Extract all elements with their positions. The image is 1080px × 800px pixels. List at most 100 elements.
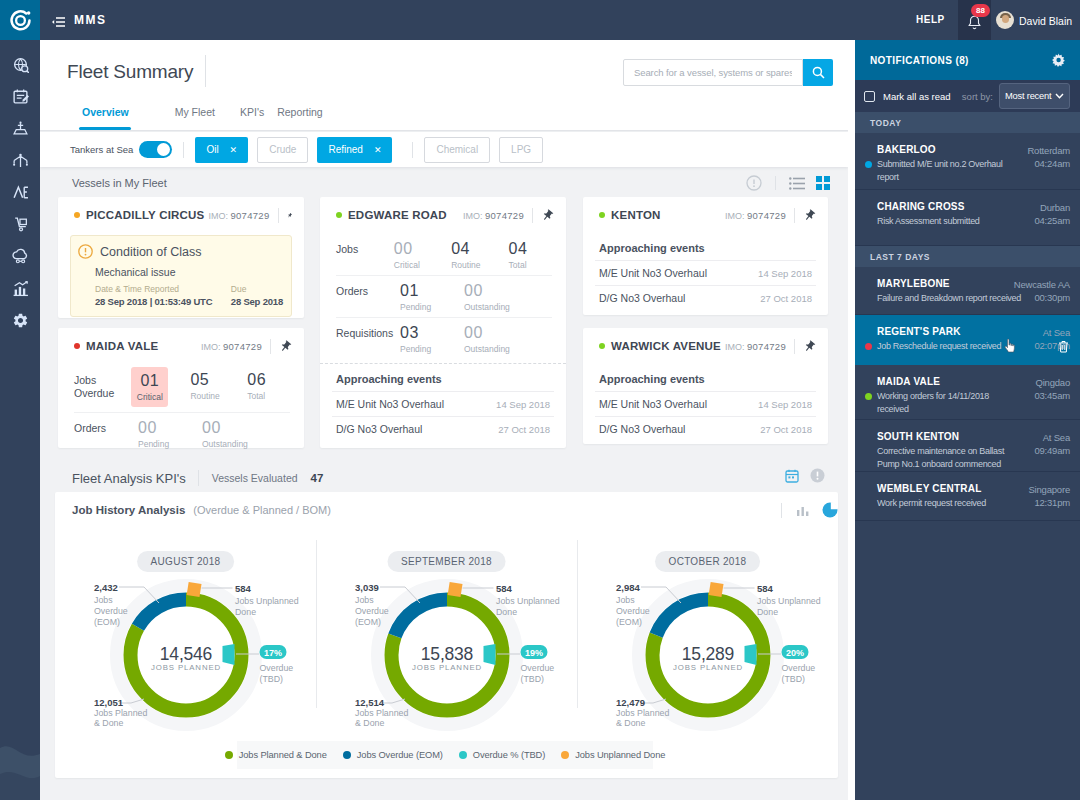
scrollbar-track[interactable] — [848, 40, 855, 800]
sidebar-item-settings[interactable] — [0, 304, 40, 336]
notification-item-south-kenton[interactable]: SOUTH KENTONCorrective maintenance on Ba… — [855, 420, 1080, 472]
pin-icon[interactable] — [541, 209, 554, 222]
app-logo[interactable] — [0, 0, 40, 40]
approaching-events-title: Approaching events — [583, 364, 828, 391]
top-bar: MMS HELP 88 David Blain — [0, 0, 1080, 40]
chip-remove-icon[interactable]: ✕ — [230, 145, 238, 155]
overdue-pct-value: 20% — [785, 648, 803, 658]
vessel-imo: IMO: 9074729 — [721, 210, 786, 221]
sidebar-item-planner[interactable] — [0, 80, 40, 112]
notification-item-regent-s-park[interactable]: REGENT'S PARKJob Reschedule request rece… — [855, 315, 1080, 365]
filter-chip-crude[interactable]: Crude — [257, 137, 308, 163]
vessel-name: KENTON — [611, 209, 661, 221]
kpi-header-icons — [785, 468, 825, 483]
notification-message: Risk Assessment submitted — [877, 215, 1022, 228]
chip-remove-icon[interactable]: ✕ — [374, 145, 382, 155]
chip-label: LPG — [511, 144, 531, 155]
sidebar-item-logistics[interactable] — [0, 208, 40, 240]
vessel-card-maida-vale[interactable]: MAIDA VALE IMO: 9074729 Jobs Overdue01Cr… — [58, 328, 304, 448]
sidebar-item-weather[interactable] — [0, 240, 40, 272]
vessel-card-edgware-road[interactable]: EDGWARE ROAD IMO: 9074729 Jobs00Critical… — [320, 197, 566, 448]
pie-chart-icon[interactable] — [822, 502, 838, 518]
pin-icon[interactable] — [279, 340, 292, 353]
notification-badge: 88 — [971, 4, 990, 17]
overdue-pct-label: Overdue — [781, 663, 815, 673]
legend-dot — [343, 751, 351, 759]
filter-chip-chemical[interactable]: Chemical — [424, 137, 490, 163]
kpi-section-header: Fleet Analysis KPI's Vessels Evaluated 4… — [72, 470, 323, 486]
legend-dot — [225, 751, 233, 759]
help-link[interactable]: HELP — [916, 14, 945, 25]
filter-chip-refined[interactable]: Refined✕ — [317, 137, 392, 163]
vessel-card-warwick-avenue[interactable]: WARWICK AVENUE IMO: 9074729 Approaching … — [583, 328, 828, 444]
vessel-card-kenton[interactable]: KENTON IMO: 9074729 Approaching events M… — [583, 197, 828, 315]
pin-icon[interactable] — [803, 209, 816, 222]
vessel-stats: Jobs Overdue01Critical05Routine06TotalOr… — [58, 364, 304, 454]
event-row: D/G No3 Overhaul27 Oct 2018 — [595, 285, 816, 310]
sidebar-item-crane[interactable] — [0, 144, 40, 176]
notifications-settings-icon[interactable] — [1052, 53, 1066, 67]
notification-item-maida-vale[interactable]: MAIDA VALEWorking orders for 14/11/2018 … — [855, 365, 1080, 420]
mark-all-checkbox[interactable] — [864, 91, 875, 102]
grid-view-icon[interactable] — [816, 176, 830, 190]
stat-total: 06Total — [247, 371, 304, 401]
stat-outstanding: 00Outstanding — [464, 324, 528, 354]
notification-item-bakerloo[interactable]: BAKERLOOSubmitted M/E unit no.2 Overhaul… — [855, 133, 1080, 190]
search-input[interactable] — [623, 59, 803, 86]
user-name[interactable]: David Blain — [1019, 15, 1072, 27]
calendar-icon[interactable] — [785, 469, 799, 483]
pin-icon[interactable] — [803, 340, 816, 353]
search-button[interactable] — [803, 59, 833, 86]
notification-item-wembley-central[interactable]: WEMBLEY CENTRALWork permit request recei… — [855, 472, 1080, 521]
jobs-planned-label: JOBS PLANNED — [150, 663, 220, 672]
tab-my-fleet[interactable]: My Fleet — [175, 106, 215, 130]
logistics-icon — [12, 216, 29, 233]
stat-critical: 01Critical — [131, 367, 168, 407]
alert-subtitle: Mechanical issue — [95, 266, 283, 278]
vessel-card-piccadilly-circus[interactable]: PICCADILLY CIRCUS IMO: 9074729 Condition… — [58, 197, 304, 318]
menu-toggle-icon[interactable] — [52, 13, 65, 31]
stat-value: 05 — [190, 371, 247, 388]
stat-value: 03 — [400, 324, 464, 341]
unplanned-done-label: Jobs Unplanned — [235, 596, 299, 606]
tankers-toggle[interactable] — [139, 141, 172, 158]
vessel-name: MAIDA VALE — [86, 340, 158, 352]
sidebar-item-analytics[interactable] — [0, 272, 40, 304]
notification-item-charing-cross[interactable]: CHARING CROSSRisk Assessment submittedDu… — [855, 190, 1080, 246]
sidebar-item-navigation[interactable] — [0, 176, 40, 208]
unread-dot — [865, 393, 872, 400]
mark-all-label: Mark all as read — [883, 91, 951, 102]
page-header: Fleet Summary Overview My Fleet KPI's Re… — [40, 40, 848, 131]
tab-kpis[interactable]: KPI's — [240, 106, 264, 130]
tab-overview[interactable]: Overview — [82, 106, 129, 130]
legend-label: Jobs Unplanned Done — [575, 750, 665, 760]
filter-chip-oil[interactable]: Oil✕ — [195, 137, 248, 163]
avatar[interactable] — [996, 11, 1014, 29]
list-view-icon[interactable] — [789, 177, 805, 190]
notification-item-marylebone[interactable]: MARYLEBONEFailure and Breakdown report r… — [855, 267, 1080, 315]
donut-chart-3: OCTOBER 20182,984JobsOverdue(EOM)584Jobs… — [583, 545, 833, 750]
filter-bar: Tankers at Sea Oil✕CrudeRefined✕Chemical… — [40, 132, 848, 167]
stat-label: Jobs — [336, 240, 394, 256]
sort-dropdown[interactable]: Most recent — [999, 83, 1070, 109]
tab-reporting[interactable]: Reporting — [277, 106, 323, 130]
tab-bar: Overview My Fleet KPI's Reporting — [82, 106, 323, 130]
info-icon[interactable] — [746, 175, 762, 191]
sidebar-item-port[interactable] — [0, 112, 40, 144]
filter-chip-lpg[interactable]: LPG — [499, 137, 543, 163]
stat-value: 00 — [464, 324, 528, 341]
notifications-toggle[interactable]: 88 — [958, 0, 991, 40]
kpi-info-icon[interactable] — [810, 468, 825, 483]
bell-icon — [968, 15, 981, 30]
warning-icon — [78, 244, 93, 259]
vessels-section-title: Vessels in My Fleet — [72, 177, 167, 189]
bar-chart-icon[interactable] — [796, 504, 810, 517]
delete-notification-icon[interactable] — [1058, 339, 1069, 357]
sidebar-item-fleet-search[interactable] — [0, 48, 40, 80]
sidebar — [0, 40, 40, 800]
overdue-eom-label: Jobs — [616, 595, 635, 605]
unplanned-done-label: Done — [757, 607, 778, 617]
overdue-eom-label: Overdue — [355, 606, 389, 616]
pin-icon[interactable] — [287, 209, 292, 222]
imo: 9074729 — [230, 210, 269, 221]
